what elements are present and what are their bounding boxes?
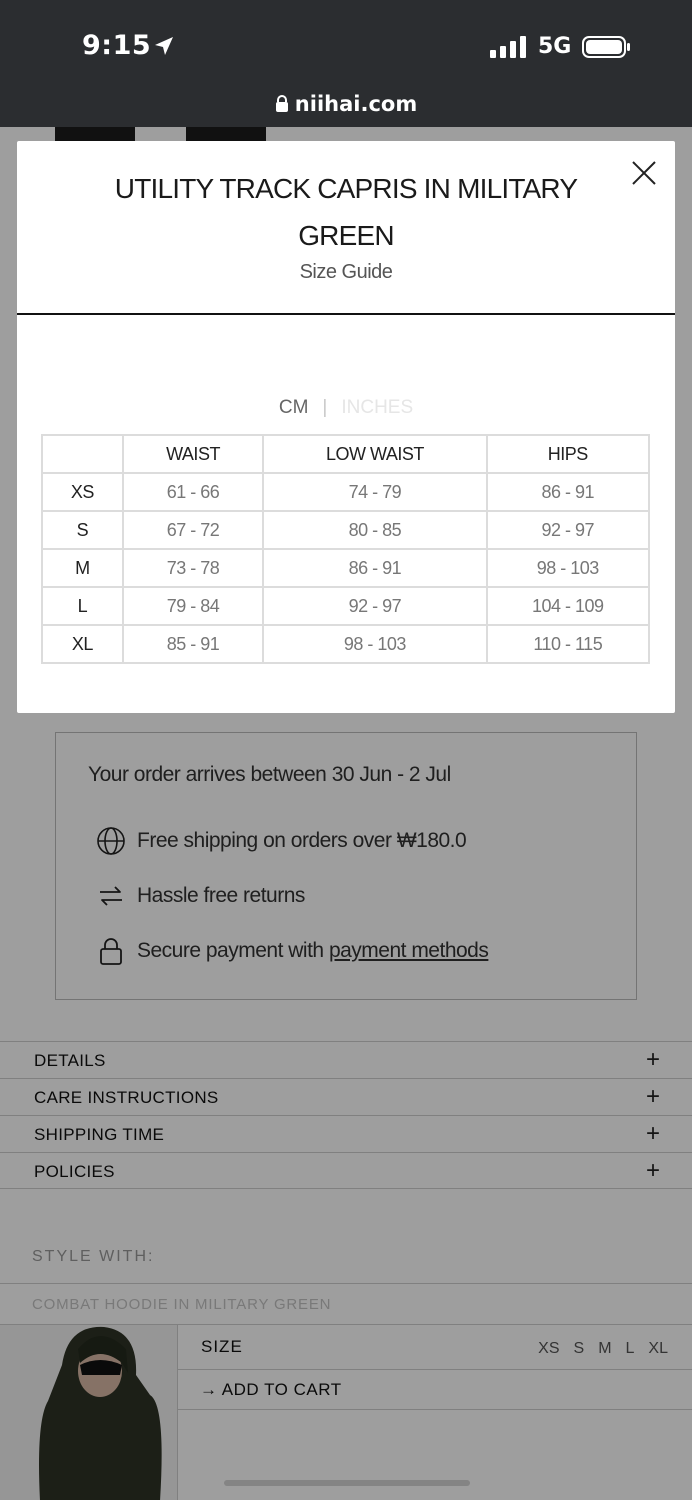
unit-cm-tab[interactable]: CM <box>279 397 309 418</box>
table-cell: 104 - 109 <box>485 586 651 626</box>
table-header <box>41 434 124 474</box>
status-bar: 9:15 5G niihai.com <box>0 0 692 127</box>
table-cell: 67 - 72 <box>121 510 265 550</box>
table-header: WAIST <box>121 434 265 474</box>
table-cell: 74 - 79 <box>262 472 488 512</box>
table-cell-size: L <box>41 586 124 626</box>
table-cell: 61 - 66 <box>121 472 265 512</box>
table-cell: 98 - 103 <box>485 548 651 588</box>
table-header-row: WAIST LOW WAIST HIPS <box>41 434 651 474</box>
address-bar[interactable]: niihai.com <box>0 92 692 116</box>
url-text: niihai.com <box>294 92 418 116</box>
table-row: L 79 - 84 92 - 97 104 - 109 <box>41 586 651 626</box>
table-cell: 98 - 103 <box>262 624 488 664</box>
table-cell: 86 - 91 <box>485 472 651 512</box>
table-header: LOW WAIST <box>262 434 488 474</box>
table-row: S 67 - 72 80 - 85 92 - 97 <box>41 510 651 550</box>
table-cell-size: XS <box>41 472 124 512</box>
battery-icon <box>582 36 630 58</box>
table-cell: 73 - 78 <box>121 548 265 588</box>
table-row: XS 61 - 66 74 - 79 86 - 91 <box>41 472 651 512</box>
table-cell: 79 - 84 <box>121 586 265 626</box>
size-chart-table: WAIST LOW WAIST HIPS XS 61 - 66 74 - 79 … <box>41 434 651 664</box>
unit-separator: | <box>322 397 328 418</box>
table-header: HIPS <box>485 434 651 474</box>
modal-subtitle: Size Guide <box>299 261 393 283</box>
table-cell: 85 - 91 <box>121 624 265 664</box>
table-row: XL 85 - 91 98 - 103 110 - 115 <box>41 624 651 664</box>
modal-title: UTILITY TRACK CAPRIS IN MILITARY GREEN <box>114 173 578 251</box>
table-cell-size: M <box>41 548 124 588</box>
table-row: M 73 - 78 86 - 91 98 - 103 <box>41 548 651 588</box>
unit-inches-tab[interactable]: INCHES <box>341 397 413 418</box>
location-arrow-icon <box>155 37 173 55</box>
signal-icon <box>490 36 526 58</box>
size-guide-modal: UTILITY TRACK CAPRIS IN MILITARY GREEN S… <box>17 141 675 713</box>
close-icon[interactable] <box>629 158 659 188</box>
table-cell: 80 - 85 <box>262 510 488 550</box>
network-type: 5G <box>538 34 572 59</box>
table-cell-size: S <box>41 510 124 550</box>
unit-toggle: CM | INCHES <box>17 397 675 419</box>
table-cell: 110 - 115 <box>485 624 651 664</box>
table-cell: 92 - 97 <box>262 586 488 626</box>
table-cell: 92 - 97 <box>485 510 651 550</box>
clock: 9:15 <box>82 30 152 61</box>
lock-icon <box>275 95 288 112</box>
table-cell: 86 - 91 <box>262 548 488 588</box>
table-cell-size: XL <box>41 624 124 664</box>
modal-divider <box>17 313 675 315</box>
